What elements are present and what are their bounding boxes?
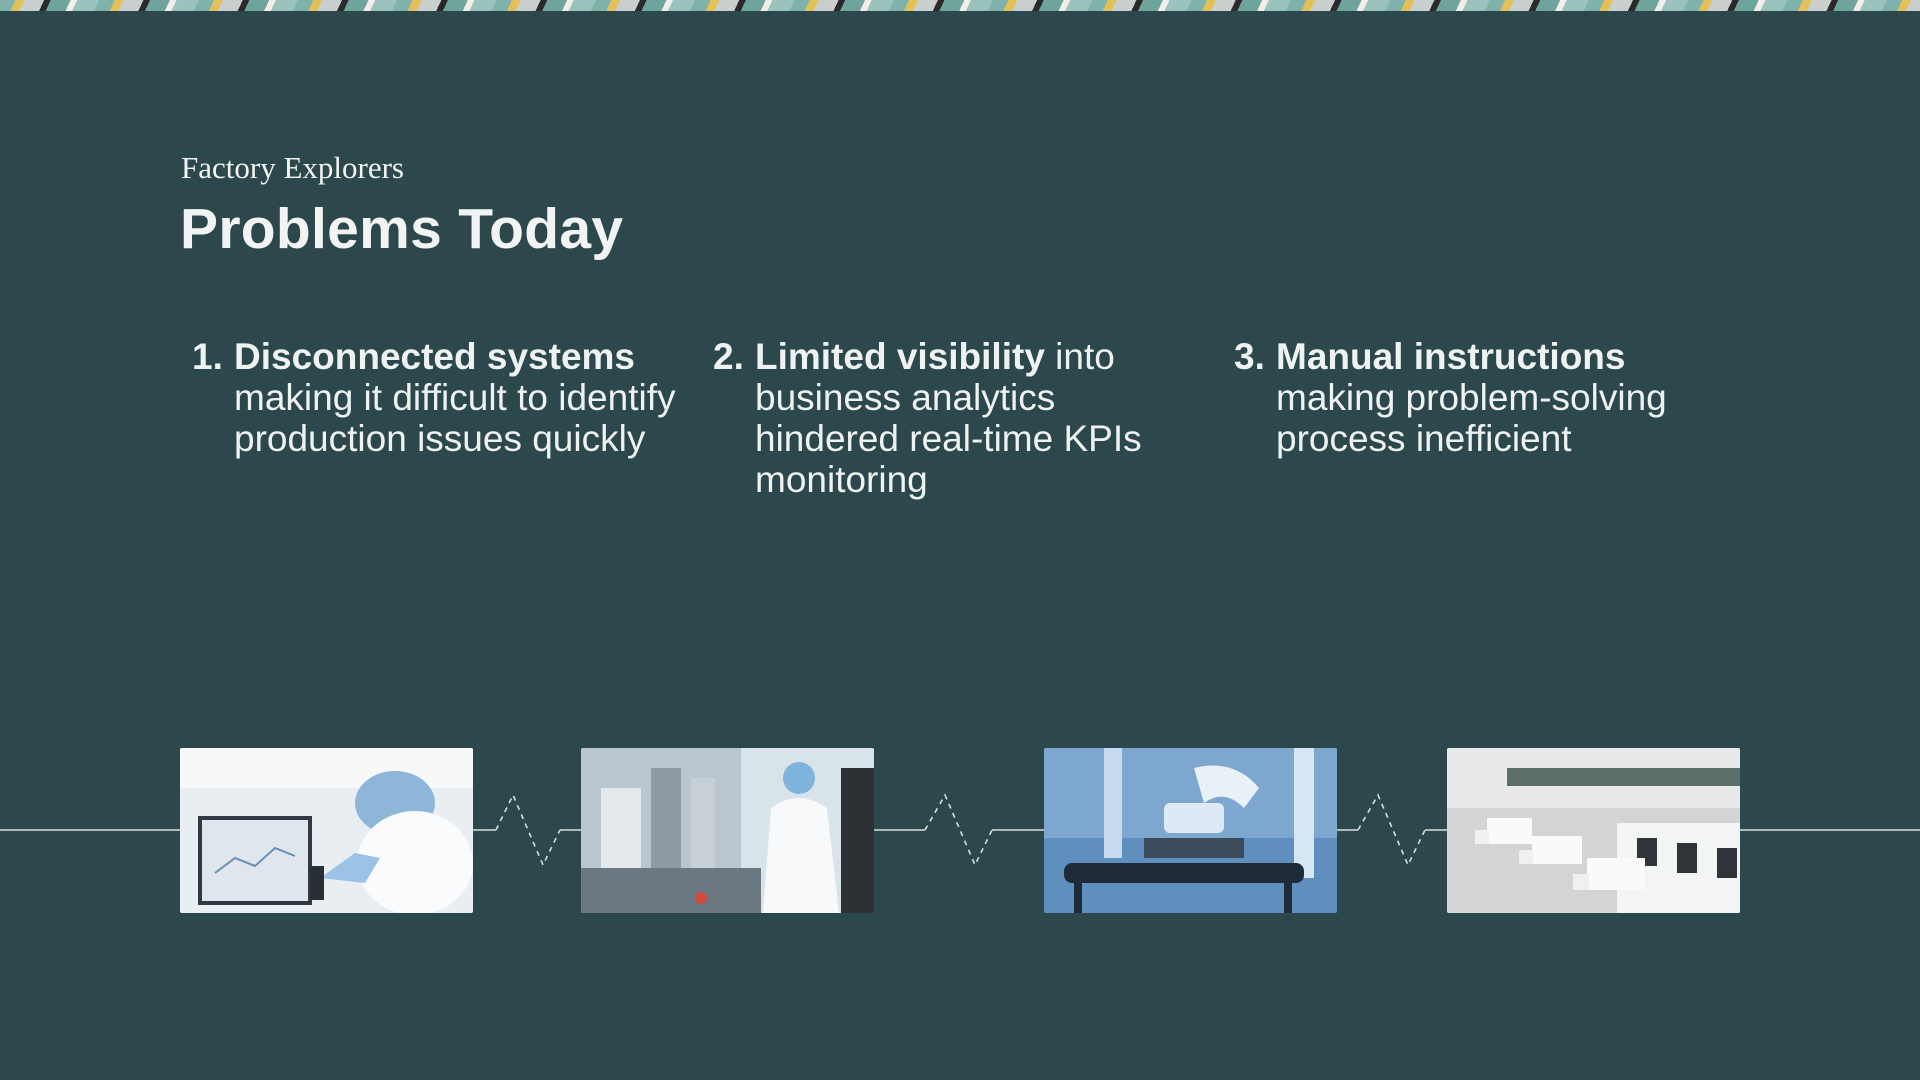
- slide-title: Problems Today: [180, 197, 624, 261]
- problem-heading: Manual instructions: [1276, 336, 1626, 377]
- problem-inline-rest: into: [1044, 336, 1115, 377]
- problem-text: Disconnected systems making it difficult…: [234, 336, 684, 459]
- decorative-pattern-band: [0, 0, 1920, 11]
- problem-text: Limited visibility into business analyti…: [755, 336, 1205, 500]
- delivery-trucks-warehouse-photo: [1447, 748, 1740, 913]
- problem-heading: Disconnected systems: [234, 336, 636, 377]
- robotic-arm-conveyor-photo: [1044, 748, 1337, 913]
- problem-number: 3.: [1234, 336, 1265, 377]
- problem-description: making it difficult to identify producti…: [234, 377, 676, 459]
- lab-worker-monitor-photo: [180, 748, 473, 913]
- problem-text: Manual instructions making problem-solvi…: [1276, 336, 1726, 459]
- problem-number: 1.: [192, 336, 223, 377]
- cleanroom-technician-photo: [581, 748, 874, 913]
- problem-description: business analytics hindered real-time KP…: [755, 377, 1142, 500]
- problem-number: 2.: [713, 336, 744, 377]
- problem-description: making problem-solving process inefficie…: [1276, 377, 1667, 459]
- problem-heading: Limited visibility: [755, 336, 1045, 377]
- slide-subtitle: Factory Explorers: [181, 150, 404, 185]
